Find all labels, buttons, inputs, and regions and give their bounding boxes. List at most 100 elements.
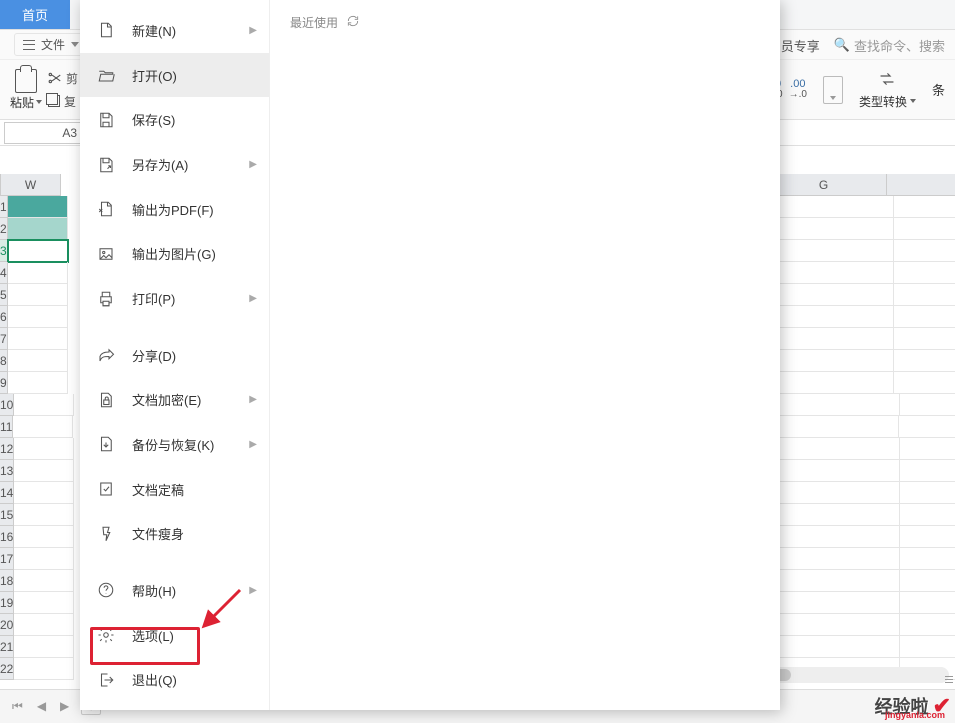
menu-item-pdf[interactable]: 输出为PDF(F): [80, 187, 269, 232]
cell[interactable]: [768, 328, 894, 350]
cell[interactable]: [894, 350, 955, 372]
cell[interactable]: [773, 416, 899, 438]
cell[interactable]: [768, 262, 894, 284]
conditional-format-button[interactable]: 条: [932, 80, 945, 99]
cell[interactable]: [900, 614, 955, 636]
cell[interactable]: [768, 350, 894, 372]
cell[interactable]: [8, 350, 68, 372]
sheet-nav-prev[interactable]: ◀: [33, 697, 50, 716]
row-header[interactable]: 1: [0, 196, 8, 218]
format-box-dropdown[interactable]: [823, 76, 843, 104]
cell[interactable]: [14, 614, 74, 636]
menu-item-share[interactable]: 分享(D): [80, 333, 269, 378]
file-menu-dropdown[interactable]: 文件: [14, 33, 88, 56]
menu-item-print[interactable]: 打印(P)▶: [80, 276, 269, 321]
cell[interactable]: [900, 636, 955, 658]
row-header[interactable]: 3: [0, 240, 8, 262]
menu-item-image[interactable]: 输出为图片(G): [80, 232, 269, 277]
cell[interactable]: [900, 438, 955, 460]
cell[interactable]: [774, 614, 900, 636]
cell[interactable]: [774, 592, 900, 614]
cell[interactable]: [768, 196, 894, 218]
cell[interactable]: [900, 526, 955, 548]
cell[interactable]: [900, 570, 955, 592]
cell[interactable]: [774, 570, 900, 592]
refresh-icon[interactable]: [346, 14, 360, 31]
cell[interactable]: [774, 394, 900, 416]
row-header[interactable]: 12: [0, 438, 14, 460]
cell[interactable]: [14, 570, 74, 592]
menu-item-encrypt[interactable]: 文档加密(E)▶: [80, 377, 269, 422]
cell[interactable]: [894, 262, 955, 284]
menu-item-open[interactable]: 打开(O): [80, 53, 269, 98]
cell[interactable]: [774, 438, 900, 460]
menu-item-finalize[interactable]: 文档定稿: [80, 467, 269, 512]
row-header[interactable]: 17: [0, 548, 14, 570]
cell[interactable]: [774, 636, 900, 658]
paste-button[interactable]: 粘贴: [10, 69, 42, 111]
row-header[interactable]: 7: [0, 328, 8, 350]
cell[interactable]: [900, 394, 955, 416]
cell[interactable]: [14, 504, 74, 526]
cell[interactable]: [13, 416, 73, 438]
cell[interactable]: [14, 482, 74, 504]
cell[interactable]: [894, 218, 955, 240]
sheet-nav-first[interactable]: ⏮: [8, 697, 27, 716]
cell[interactable]: [14, 438, 74, 460]
cell[interactable]: [774, 526, 900, 548]
row-header[interactable]: 2: [0, 218, 8, 240]
row-header[interactable]: 15: [0, 504, 14, 526]
cell[interactable]: [8, 240, 68, 262]
cell[interactable]: [774, 482, 900, 504]
cell[interactable]: [14, 460, 74, 482]
cell[interactable]: [894, 284, 955, 306]
row-header[interactable]: 11: [0, 416, 13, 438]
row-header[interactable]: 8: [0, 350, 8, 372]
decrease-decimal-button[interactable]: .00 →.0: [789, 79, 807, 100]
row-header[interactable]: 16: [0, 526, 14, 548]
row-header[interactable]: 5: [0, 284, 8, 306]
cell[interactable]: [768, 218, 894, 240]
column-header[interactable]: W: [1, 174, 61, 196]
cell[interactable]: [8, 306, 68, 328]
type-convert-button[interactable]: 类型转换: [859, 70, 916, 110]
cell[interactable]: [14, 592, 74, 614]
sheet-nav-next[interactable]: ▶: [56, 697, 73, 716]
cell[interactable]: [768, 306, 894, 328]
cell[interactable]: [900, 548, 955, 570]
command-search[interactable]: 🔍 查找命令、搜索: [834, 36, 945, 55]
row-header[interactable]: 13: [0, 460, 14, 482]
cell[interactable]: [900, 482, 955, 504]
cell[interactable]: [768, 372, 894, 394]
menu-item-save[interactable]: 保存(S): [80, 97, 269, 142]
grid-resize-handle[interactable]: [941, 671, 953, 683]
row-header[interactable]: 14: [0, 482, 14, 504]
cell[interactable]: [768, 240, 894, 262]
cell[interactable]: [8, 196, 68, 218]
cut-button[interactable]: 剪: [48, 70, 78, 87]
cell[interactable]: [900, 592, 955, 614]
home-tab[interactable]: 首页: [0, 0, 70, 29]
cell[interactable]: [8, 328, 68, 350]
cell[interactable]: [768, 284, 894, 306]
cell[interactable]: [14, 394, 74, 416]
cell[interactable]: [8, 372, 68, 394]
cell[interactable]: [894, 240, 955, 262]
row-header[interactable]: 4: [0, 262, 8, 284]
cell[interactable]: [8, 262, 68, 284]
cell[interactable]: [14, 636, 74, 658]
cell[interactable]: [14, 526, 74, 548]
cell[interactable]: [894, 328, 955, 350]
cell[interactable]: [894, 372, 955, 394]
row-header[interactable]: 6: [0, 306, 8, 328]
cell[interactable]: [894, 196, 955, 218]
cell[interactable]: [8, 218, 68, 240]
cell[interactable]: [900, 460, 955, 482]
member-tab[interactable]: 员专享: [781, 36, 820, 55]
cell[interactable]: [14, 658, 74, 680]
row-header[interactable]: 20: [0, 614, 14, 636]
cell[interactable]: [899, 416, 955, 438]
cell[interactable]: [14, 548, 74, 570]
row-header[interactable]: 21: [0, 636, 14, 658]
row-header[interactable]: 19: [0, 592, 14, 614]
